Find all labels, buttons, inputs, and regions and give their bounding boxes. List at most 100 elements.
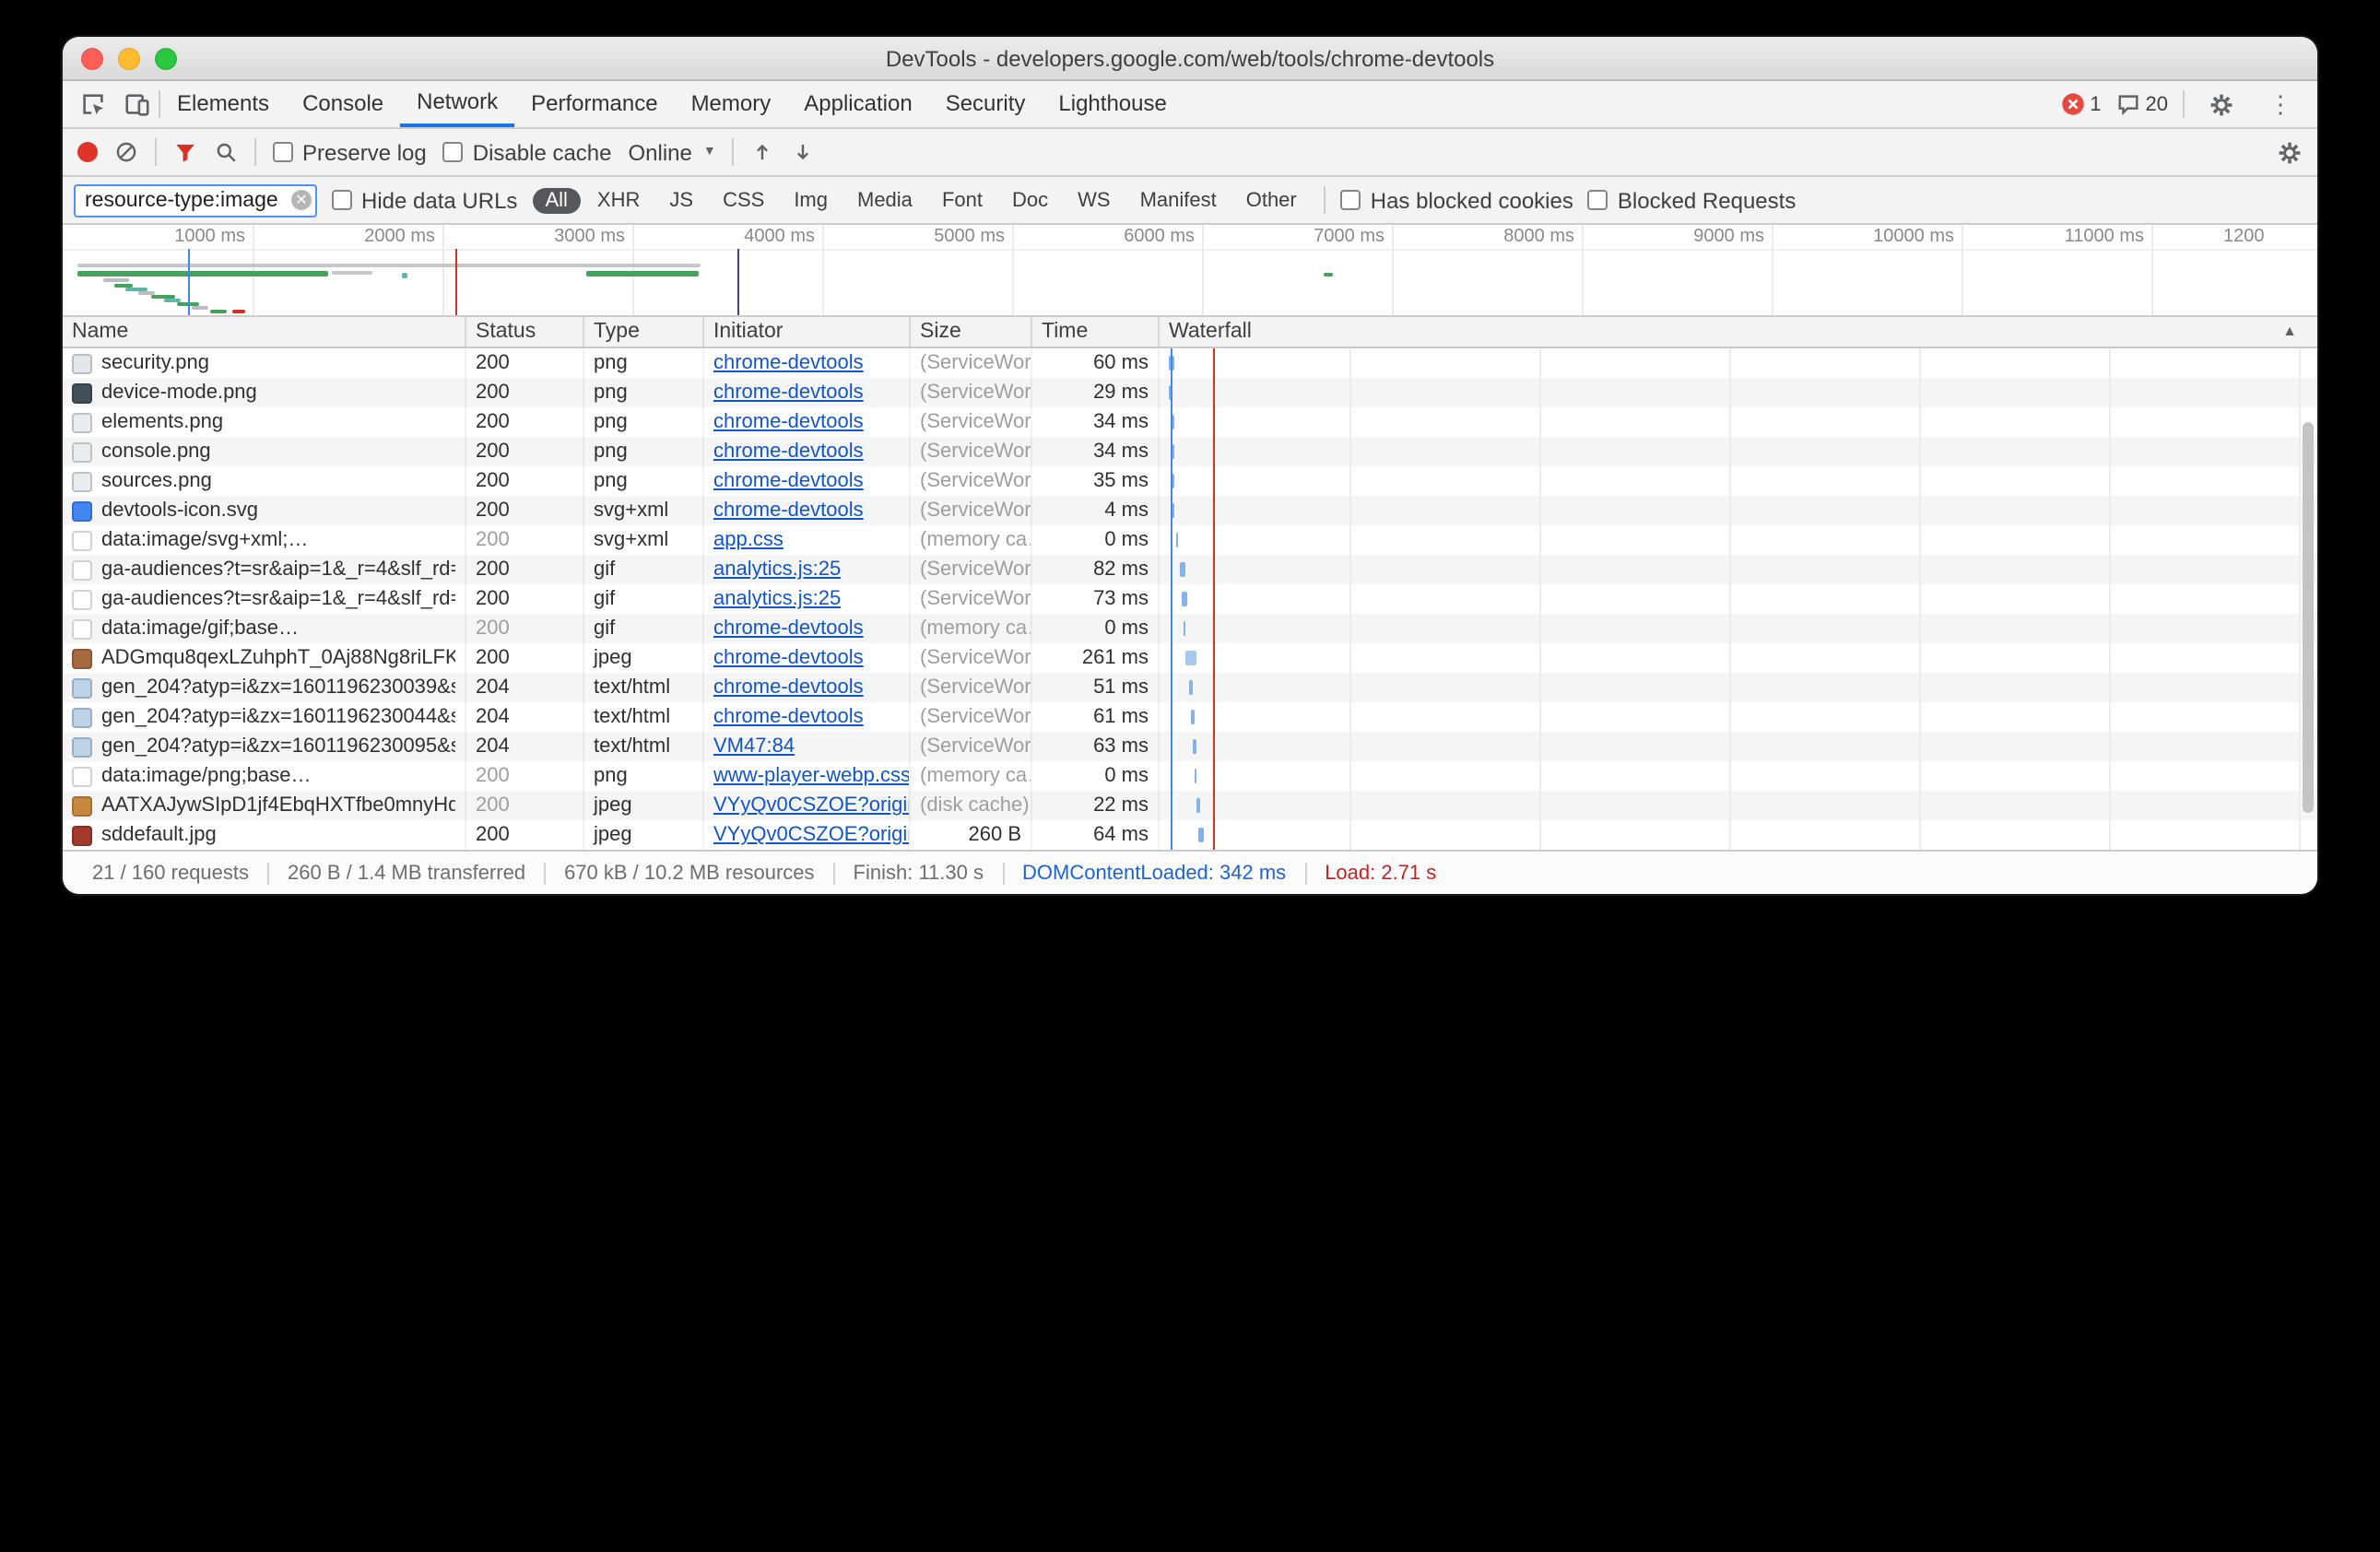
import-har-button[interactable]: [751, 140, 775, 164]
network-settings-button[interactable]: [2277, 139, 2303, 165]
column-header-waterfall[interactable]: Waterfall▲: [1160, 317, 2317, 347]
filter-pill-css[interactable]: CSS: [710, 187, 777, 213]
initiator-link[interactable]: chrome-devtools: [713, 617, 864, 640]
preserve-log-checkbox[interactable]: Preserve log: [273, 139, 427, 165]
hide-data-urls-checkbox[interactable]: Hide data URLs: [332, 187, 517, 213]
overview-gridline: [632, 225, 634, 315]
table-row[interactable]: elements.png200pngchrome-devtools(Servic…: [63, 407, 2317, 437]
throttling-value: Online: [629, 139, 692, 165]
error-badge[interactable]: 1: [2060, 92, 2101, 116]
filter-pill-xhr[interactable]: XHR: [584, 187, 653, 213]
filter-pill-all[interactable]: All: [532, 187, 580, 213]
initiator-link[interactable]: chrome-devtools: [713, 647, 864, 669]
traffic-light-close[interactable]: [81, 48, 103, 70]
tab-memory[interactable]: Memory: [675, 81, 788, 127]
initiator-link[interactable]: chrome-devtools: [713, 500, 864, 522]
file-thumbnail-icon: [72, 618, 92, 639]
more-options-button[interactable]: ⋮: [2258, 82, 2303, 126]
tab-application[interactable]: Application: [787, 81, 928, 127]
tab-network[interactable]: Network: [400, 81, 514, 127]
waterfall-bar: [1182, 592, 1187, 606]
initiator-link[interactable]: analytics.js:25: [713, 558, 841, 581]
disable-cache-checkbox[interactable]: Disable cache: [443, 139, 612, 165]
tab-security[interactable]: Security: [929, 81, 1043, 127]
inspect-button[interactable]: [70, 82, 114, 126]
initiator-link[interactable]: chrome-devtools: [713, 470, 864, 492]
initiator-link[interactable]: chrome-devtools: [713, 706, 864, 728]
tab-console[interactable]: Console: [286, 81, 400, 127]
initiator-link[interactable]: app.css: [713, 529, 784, 551]
clear-filter-icon[interactable]: ✕: [291, 190, 312, 210]
column-header-status[interactable]: Status: [466, 317, 584, 347]
throttling-select[interactable]: Online ▼: [629, 139, 716, 165]
filter-pill-media[interactable]: Media: [844, 187, 925, 213]
filter-pill-other[interactable]: Other: [1233, 187, 1310, 213]
table-row[interactable]: sddefault.jpg200jpegVYyQv0CSZOE?origin…2…: [63, 820, 2317, 850]
table-row[interactable]: sources.png200pngchrome-devtools(Service…: [63, 466, 2317, 496]
initiator-link[interactable]: chrome-devtools: [713, 411, 864, 433]
checkbox-box: [1341, 190, 1361, 210]
table-row[interactable]: ga-audiences?t=sr&aip=1&_r=4&slf_rd=1&v=…: [63, 555, 2317, 584]
table-row[interactable]: AATXAJywSIpD1jf4EbqHXTfbe0mnyHqGFNTu…200…: [63, 791, 2317, 820]
filter-toggle-button[interactable]: [173, 140, 197, 164]
initiator-link[interactable]: chrome-devtools: [713, 441, 864, 463]
filter-pill-ws[interactable]: WS: [1065, 187, 1123, 213]
column-header-initiator[interactable]: Initiator: [704, 317, 911, 347]
console-message-badge[interactable]: 20: [2116, 92, 2169, 116]
clear-button[interactable]: [114, 140, 138, 164]
traffic-light-minimize[interactable]: [118, 48, 140, 70]
initiator-link[interactable]: chrome-devtools: [713, 382, 864, 404]
column-header-time[interactable]: Time: [1032, 317, 1160, 347]
table-row[interactable]: console.png200pngchrome-devtools(Service…: [63, 437, 2317, 466]
table-row[interactable]: ADGmqu8qexLZuhphT_0Aj88Ng8riLFKASQlslt…2…: [63, 643, 2317, 673]
filter-pill-js[interactable]: JS: [656, 187, 706, 213]
tab-performance[interactable]: Performance: [514, 81, 674, 127]
device-toolbar-button[interactable]: [114, 82, 159, 126]
table-row[interactable]: gen_204?atyp=i&zx=1601196230039&sei=xV…2…: [63, 673, 2317, 702]
waterfall-cell: [1160, 643, 2317, 673]
filter-pill-font[interactable]: Font: [929, 187, 996, 213]
table-row[interactable]: data:image/gif;base…200gifchrome-devtool…: [63, 614, 2317, 643]
initiator-link[interactable]: chrome-devtools: [713, 352, 864, 374]
filter-pill-doc[interactable]: Doc: [999, 187, 1061, 213]
initiator-link[interactable]: VM47:84: [713, 735, 795, 758]
filter-pill-img[interactable]: Img: [781, 187, 841, 213]
traffic-light-zoom[interactable]: [155, 48, 177, 70]
column-header-name[interactable]: Name: [63, 317, 466, 347]
time-cell: 60 ms: [1032, 348, 1160, 378]
export-har-button[interactable]: [792, 140, 816, 164]
table-row[interactable]: security.png200pngchrome-devtools(Servic…: [63, 348, 2317, 378]
initiator-link[interactable]: analytics.js:25: [713, 588, 841, 610]
column-header-type[interactable]: Type: [584, 317, 704, 347]
record-button[interactable]: [77, 142, 98, 162]
initiator-link[interactable]: VYyQv0CSZOE?origin…: [713, 794, 911, 817]
initiator-link[interactable]: VYyQv0CSZOE?origin…: [713, 824, 911, 846]
table-row[interactable]: data:image/png;base…200pngwww-player-web…: [63, 761, 2317, 791]
table-row[interactable]: gen_204?atyp=i&zx=1601196230095&sei=xV…2…: [63, 732, 2317, 761]
waterfall-cell: [1160, 378, 2317, 407]
table-row[interactable]: data:image/svg+xml;…200svg+xmlapp.css(me…: [63, 525, 2317, 555]
blocked-requests-checkbox[interactable]: Blocked Requests: [1588, 187, 1796, 213]
tab-lighthouse[interactable]: Lighthouse: [1042, 81, 1183, 127]
status-cell: 200: [466, 437, 584, 466]
table-row[interactable]: gen_204?atyp=i&zx=1601196230044&sei=xV…2…: [63, 702, 2317, 732]
status-cell: 200: [466, 496, 584, 525]
tab-elements[interactable]: Elements: [160, 81, 286, 127]
scrollbar-thumb[interactable]: [2303, 422, 2314, 813]
table-row[interactable]: devtools-icon.svg200svg+xmlchrome-devtoo…: [63, 496, 2317, 525]
filter-pill-manifest[interactable]: Manifest: [1127, 187, 1230, 213]
filter-input[interactable]: [74, 184, 317, 218]
size-cell: (ServiceWor…: [911, 378, 1032, 407]
has-blocked-cookies-checkbox[interactable]: Has blocked cookies: [1341, 187, 1573, 213]
search-button[interactable]: [214, 140, 238, 164]
settings-button[interactable]: [2199, 82, 2244, 126]
initiator-link[interactable]: chrome-devtools: [713, 676, 864, 699]
table-row[interactable]: ga-audiences?t=sr&aip=1&_r=4&slf_rd=1&v=…: [63, 584, 2317, 614]
overview-gridline: [253, 225, 254, 315]
column-header-size[interactable]: Size: [911, 317, 1032, 347]
initiator-link[interactable]: www-player-webp.css: [713, 765, 911, 787]
main-tab-bar: ElementsConsoleNetworkPerformanceMemoryA…: [63, 81, 2317, 129]
overview-pane[interactable]: 1000 ms2000 ms3000 ms4000 ms5000 ms6000 …: [63, 225, 2317, 317]
table-row[interactable]: device-mode.png200pngchrome-devtools(Ser…: [63, 378, 2317, 407]
column-label: Initiator: [713, 317, 783, 347]
